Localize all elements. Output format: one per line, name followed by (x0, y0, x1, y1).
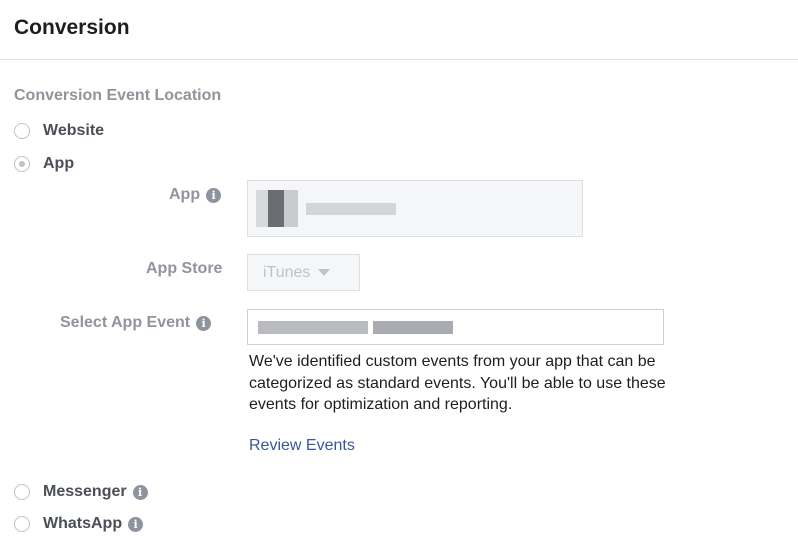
option-app[interactable]: App (14, 153, 74, 175)
option-website[interactable]: Website (14, 120, 104, 142)
obscured-event-name-2 (373, 321, 453, 334)
app-store-value: iTunes (263, 263, 311, 281)
select-app-event-label-group: Select App Event i (60, 314, 212, 332)
option-messenger[interactable]: Messenger i (14, 481, 148, 503)
chevron-down-icon (318, 269, 331, 276)
section-label: Conversion Event Location (14, 87, 222, 104)
app-store-label: App Store (146, 260, 223, 277)
select-app-event-input[interactable] (247, 309, 664, 345)
messenger-radio[interactable] (14, 484, 30, 500)
select-app-event-label: Select App Event (60, 314, 191, 331)
obscured-event-name (258, 321, 368, 334)
app-label: App (43, 155, 75, 172)
panel-header: Conversion (0, 0, 798, 60)
website-radio[interactable] (14, 123, 30, 139)
review-events-link[interactable]: Review Events (249, 437, 355, 455)
info-icon[interactable]: i (132, 484, 148, 500)
app-store-dropdown[interactable]: iTunes (247, 254, 360, 291)
option-whatsapp[interactable]: WhatsApp i (14, 513, 144, 535)
app-field-label-group: App i (169, 186, 222, 204)
info-icon[interactable]: i (128, 516, 144, 532)
whatsapp-label: WhatsApp (43, 515, 123, 532)
select-app-event-help: We've identified custom events from your… (249, 353, 666, 413)
info-icon[interactable]: i (206, 187, 222, 203)
app-store-label-group: App Store (146, 260, 222, 278)
info-icon[interactable]: i (196, 315, 212, 331)
app-field-label: App (169, 186, 201, 203)
obscured-app-icon-mid (284, 190, 298, 227)
obscured-app-name (306, 203, 396, 215)
app-radio[interactable] (14, 156, 30, 172)
whatsapp-radio[interactable] (14, 516, 30, 532)
messenger-label: Messenger (43, 483, 127, 500)
obscured-app-icon-dark (268, 190, 284, 227)
website-label: Website (43, 122, 105, 139)
page-title: Conversion (14, 16, 130, 39)
app-select[interactable] (247, 180, 583, 237)
